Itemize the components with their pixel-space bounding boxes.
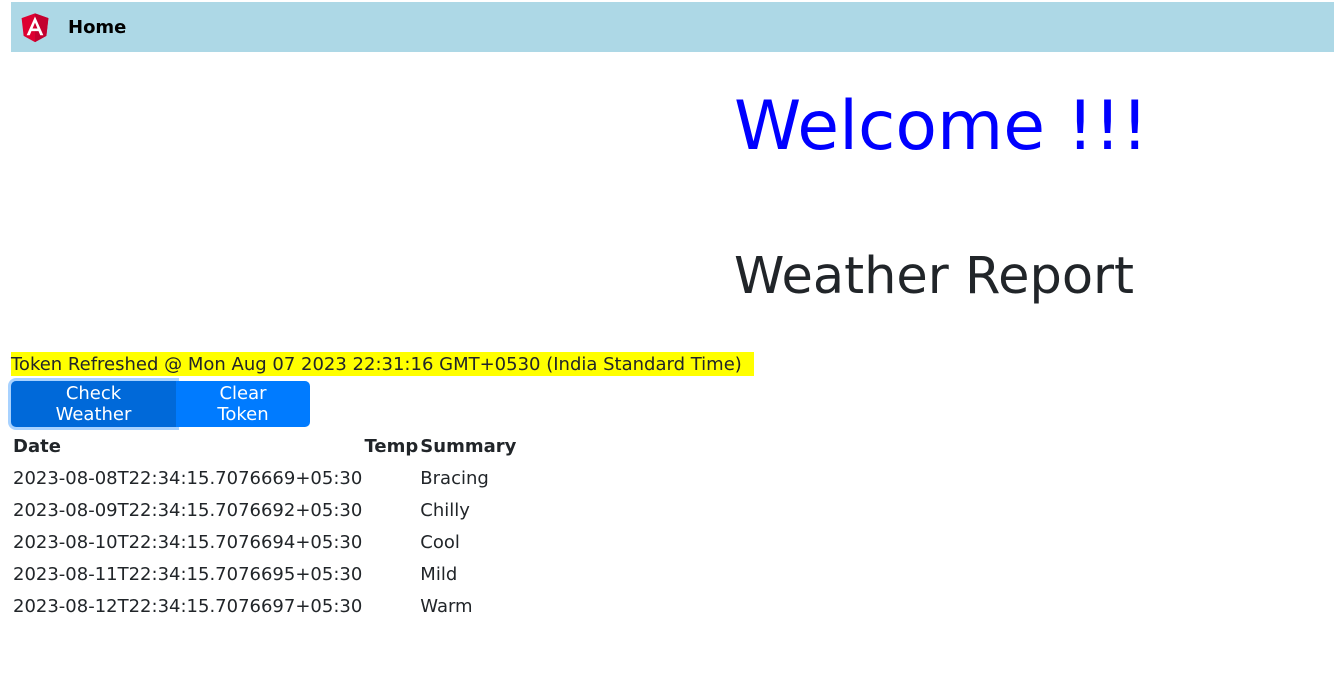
header-temp: Temp xyxy=(364,435,419,457)
table-row: 2023-08-11T22:34:15.7076695+05:30 Mild xyxy=(11,558,520,590)
weather-table: Date Temp Summary 2023-08-08T22:34:15.70… xyxy=(11,430,520,622)
cell-temp xyxy=(362,590,418,622)
cell-summary: Mild xyxy=(420,563,458,585)
cell-date: 2023-08-08T22:34:15.7076669+05:30 xyxy=(13,467,363,489)
header-date: Date xyxy=(13,435,61,457)
cell-date: 2023-08-12T22:34:15.7076697+05:30 xyxy=(13,595,363,617)
table-header-row: Date Temp Summary xyxy=(11,430,520,462)
header-summary: Summary xyxy=(420,435,517,457)
angular-logo-icon[interactable] xyxy=(17,6,53,48)
nav-home-link[interactable]: Home xyxy=(68,17,126,38)
logo-shield-right xyxy=(35,13,49,43)
clear-token-button[interactable]: Clear Token xyxy=(176,381,310,427)
welcome-heading: Welcome !!! xyxy=(734,87,1149,166)
cell-summary: Bracing xyxy=(420,467,489,489)
cell-temp xyxy=(362,494,418,526)
table-row: 2023-08-09T22:34:15.7076692+05:30 Chilly xyxy=(11,494,520,526)
button-group: Check Weather Clear Token xyxy=(11,381,310,427)
table-row: 2023-08-12T22:34:15.7076697+05:30 Warm xyxy=(11,590,520,622)
table-row: 2023-08-08T22:34:15.7076669+05:30 Bracin… xyxy=(11,462,520,494)
cell-temp xyxy=(362,526,418,558)
table-row: 2023-08-10T22:34:15.7076694+05:30 Cool xyxy=(11,526,520,558)
weather-report-title: Weather Report xyxy=(734,247,1135,306)
cell-date: 2023-08-10T22:34:15.7076694+05:30 xyxy=(13,531,363,553)
cell-date: 2023-08-11T22:34:15.7076695+05:30 xyxy=(13,563,363,585)
cell-summary: Chilly xyxy=(420,499,470,521)
cell-temp xyxy=(362,462,418,494)
cell-temp xyxy=(362,558,418,590)
cell-summary: Cool xyxy=(420,531,460,553)
navbar: Home xyxy=(11,2,1334,52)
cell-summary: Warm xyxy=(420,595,473,617)
check-weather-button[interactable]: Check Weather xyxy=(11,381,176,427)
cell-date: 2023-08-09T22:34:15.7076692+05:30 xyxy=(13,499,363,521)
token-refreshed-text: Token Refreshed @ Mon Aug 07 2023 22:31:… xyxy=(11,352,754,376)
